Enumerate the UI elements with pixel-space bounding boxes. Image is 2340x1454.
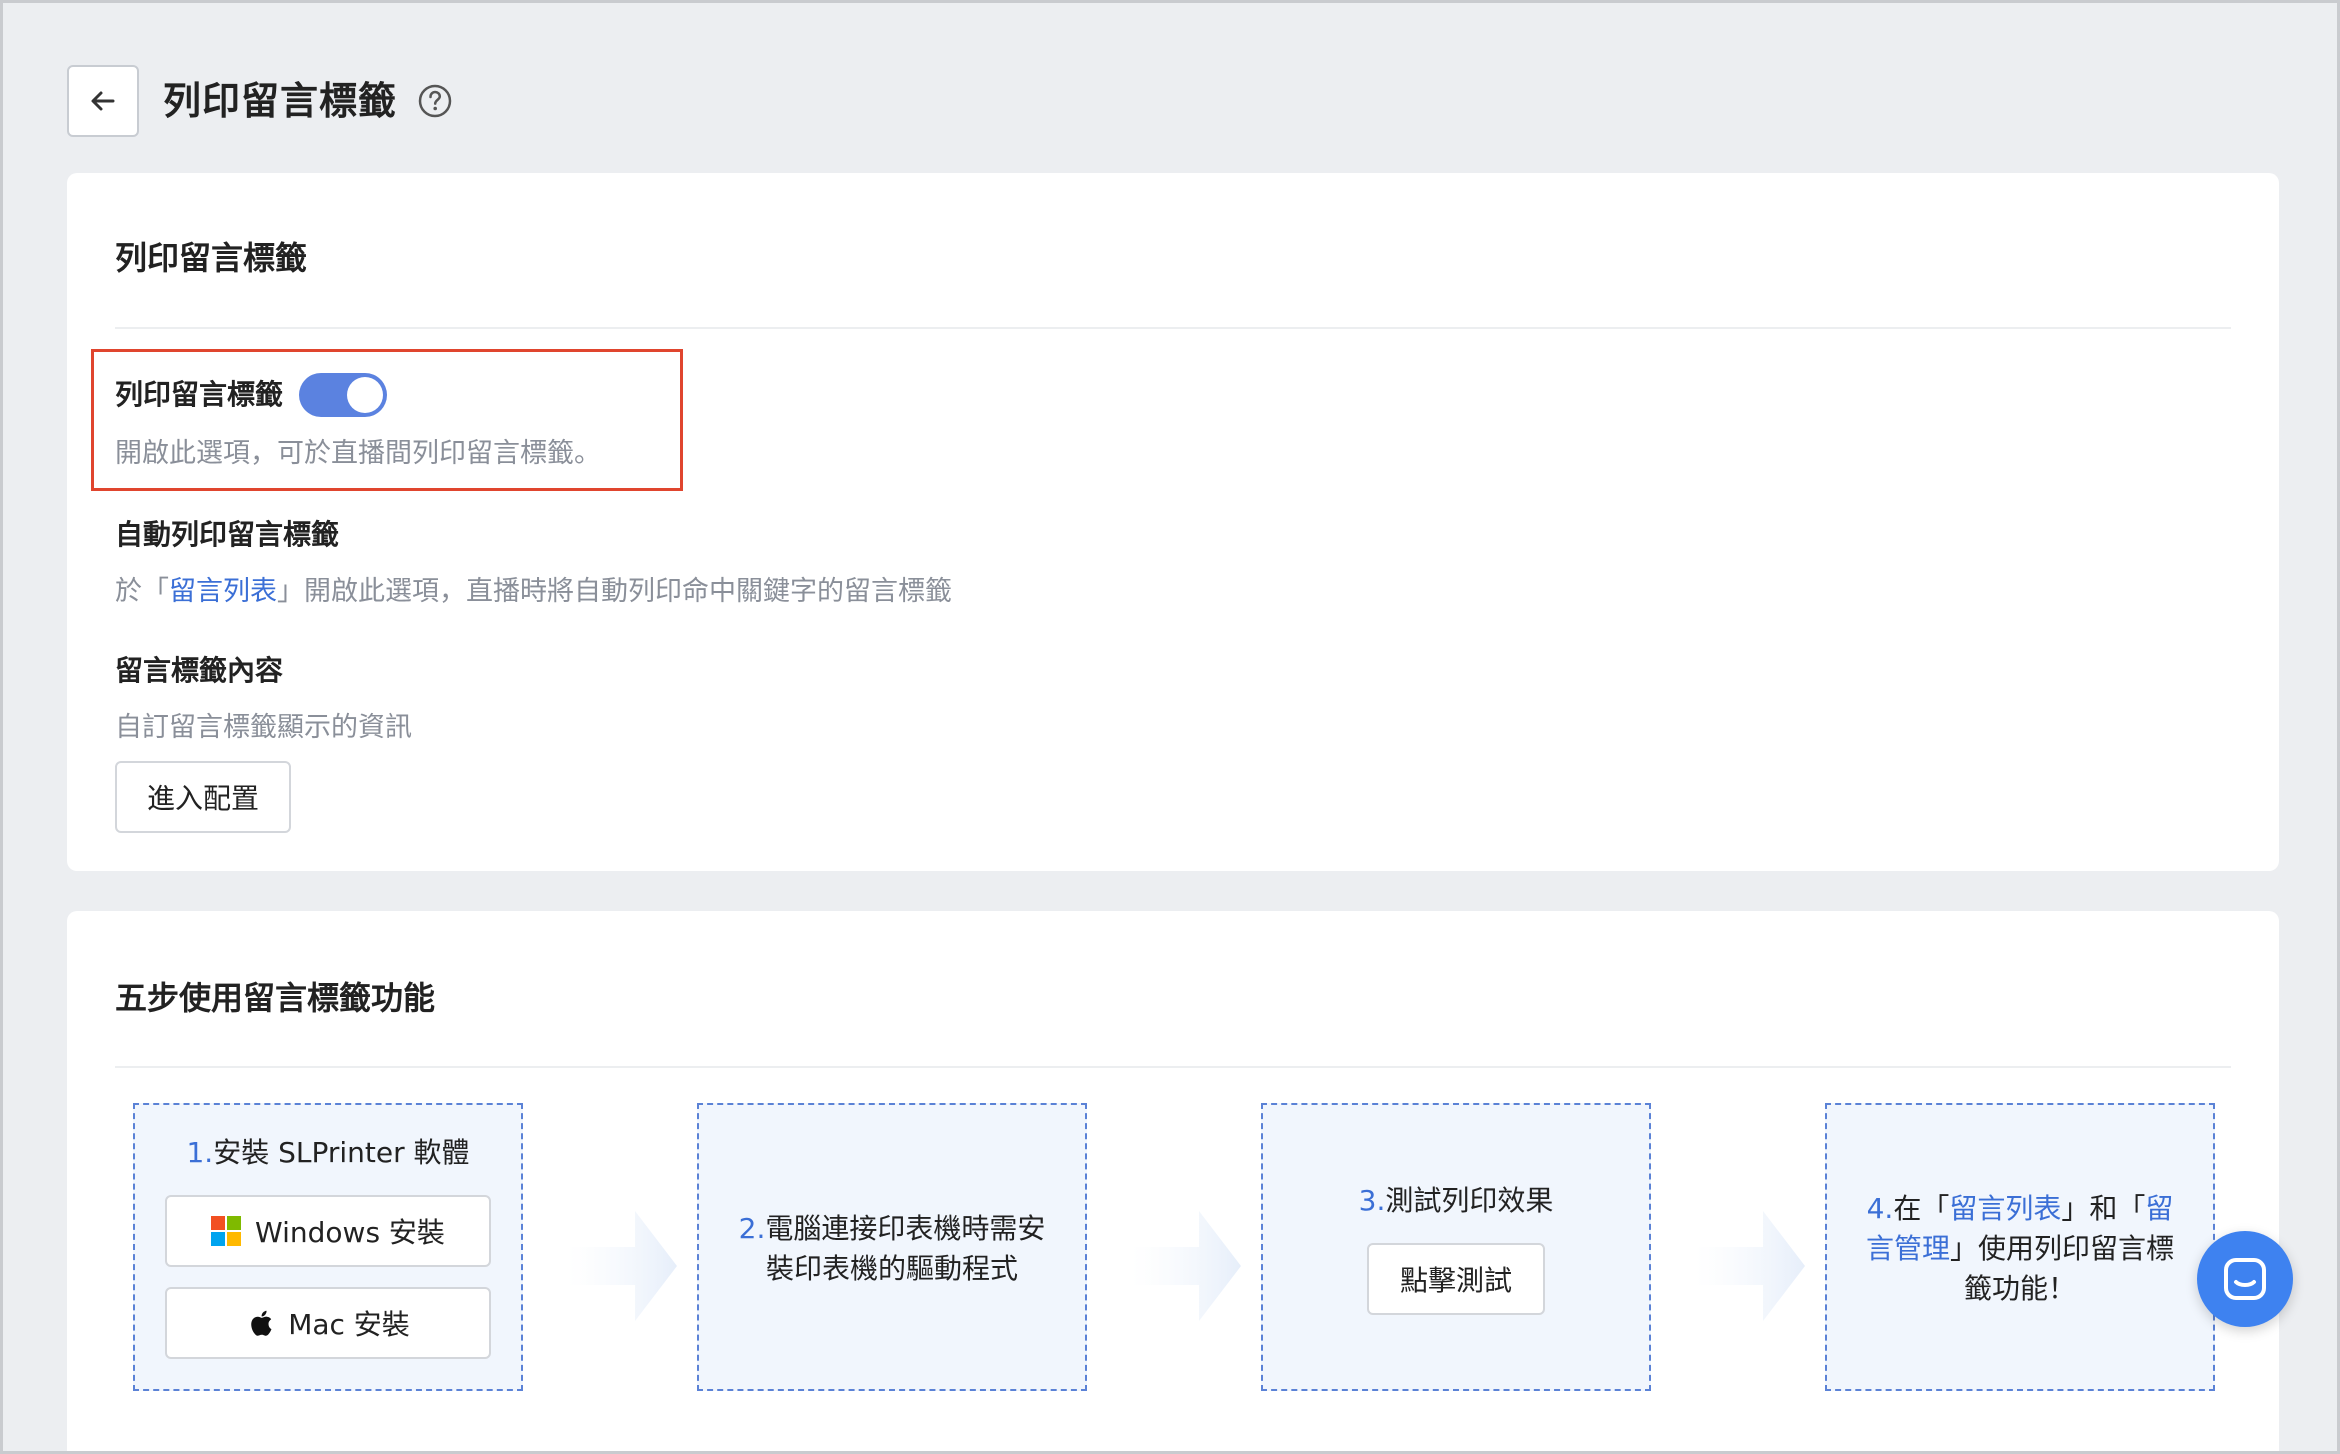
auto-print-description: 於「留言列表」開啟此選項，直播時將自動列印命中關鍵字的留言標籤	[115, 569, 952, 608]
chat-icon	[2224, 1258, 2266, 1300]
step-2-line-1: 電腦連接印表機時需安	[765, 1212, 1046, 1245]
label-content-description: 自訂留言標籤顯示的資訊	[115, 712, 412, 743]
arrow-right-icon	[567, 1211, 677, 1321]
page-title: 列印留言標籤	[163, 79, 398, 123]
step-1-text: 1.安裝 SLPrinter 軟體	[155, 1133, 501, 1173]
print-label-description: 開啟此選項，可於直播間列印留言標籤。	[115, 438, 601, 469]
auto-print-desc-prefix: 於「	[115, 576, 169, 607]
help-icon[interactable]	[417, 83, 453, 119]
step-3-box: 3.測試列印效果 點擊測試	[1261, 1103, 1651, 1391]
mac-install-button[interactable]: Mac 安裝	[165, 1287, 491, 1359]
page-frame: 列印留言標籤 列印留言標籤 列印留言標籤 開啟此選項，可於直播間列印留言標籤。 …	[0, 0, 2340, 1454]
enter-config-button[interactable]: 進入配置	[115, 761, 291, 833]
comment-management-link-start[interactable]: 留	[2145, 1192, 2173, 1225]
step-2-line-2: 裝印表機的驅動程式	[765, 1252, 1018, 1285]
step-2-text: 2.電腦連接印表機時需安 裝印表機的驅動程式	[719, 1209, 1065, 1289]
windows-icon	[211, 1216, 242, 1246]
step-1-number: 1.	[186, 1136, 214, 1169]
step-4-part-2: 」和「	[2061, 1192, 2146, 1225]
settings-card: 列印留言標籤 列印留言標籤 開啟此選項，可於直播間列印留言標籤。 自動列印留言標…	[67, 173, 2279, 871]
windows-install-label: Windows 安裝	[255, 1216, 445, 1249]
step-4-part-3: 」使用列印留言標	[1950, 1232, 2175, 1265]
auto-print-title: 自動列印留言標籤	[115, 518, 340, 551]
step-4-text: 4.在「留言列表」和「留言管理」使用列印留言標籤功能！	[1847, 1189, 2193, 1309]
divider	[115, 1066, 2231, 1068]
step-3-number: 3.	[1358, 1184, 1386, 1217]
comment-list-link[interactable]: 留言列表	[169, 576, 277, 607]
settings-card-title: 列印留言標籤	[115, 239, 308, 277]
click-test-button[interactable]: 點擊測試	[1367, 1243, 1545, 1315]
step-4-box: 4.在「留言列表」和「留言管理」使用列印留言標籤功能！	[1825, 1103, 2215, 1391]
comment-list-link[interactable]: 留言列表	[1949, 1192, 2061, 1225]
label-content-title: 留言標籤內容	[115, 654, 284, 687]
arrow-left-icon	[91, 91, 115, 111]
step-2-box: 2.電腦連接印表機時需安 裝印表機的驅動程式	[697, 1103, 1087, 1391]
print-label-title: 列印留言標籤	[115, 378, 284, 411]
print-label-toggle[interactable]	[299, 373, 387, 417]
step-4-part-4: 籤功能！	[1963, 1272, 2076, 1305]
step-4-part-1: 在「	[1893, 1192, 1950, 1225]
divider	[115, 327, 2231, 329]
arrow-right-icon	[1695, 1211, 1805, 1321]
step-4-number: 4.	[1866, 1192, 1894, 1225]
chat-support-button[interactable]	[2197, 1231, 2293, 1327]
toggle-knob	[347, 377, 383, 413]
step-3-label: 測試列印效果	[1385, 1184, 1554, 1217]
mac-install-label: Mac 安裝	[288, 1308, 410, 1341]
step-3-text: 3.測試列印效果	[1283, 1181, 1629, 1221]
back-button[interactable]	[67, 65, 139, 137]
steps-card: 五步使用留言標籤功能 1.安裝 SLPrinter 軟體 Windows 安裝 …	[67, 911, 2279, 1451]
arrow-right-icon	[1131, 1211, 1241, 1321]
steps-card-title: 五步使用留言標籤功能	[115, 979, 436, 1017]
comment-management-link-end[interactable]: 言管理	[1866, 1232, 1950, 1265]
windows-install-button[interactable]: Windows 安裝	[165, 1195, 491, 1267]
step-2-number: 2.	[738, 1212, 766, 1245]
apple-icon	[251, 1310, 272, 1336]
step-1-label: 安裝 SLPrinter 軟體	[213, 1136, 470, 1169]
step-1-box: 1.安裝 SLPrinter 軟體 Windows 安裝 Mac 安裝	[133, 1103, 523, 1391]
auto-print-desc-suffix: 」開啟此選項，直播時將自動列印命中關鍵字的留言標籤	[277, 576, 952, 607]
